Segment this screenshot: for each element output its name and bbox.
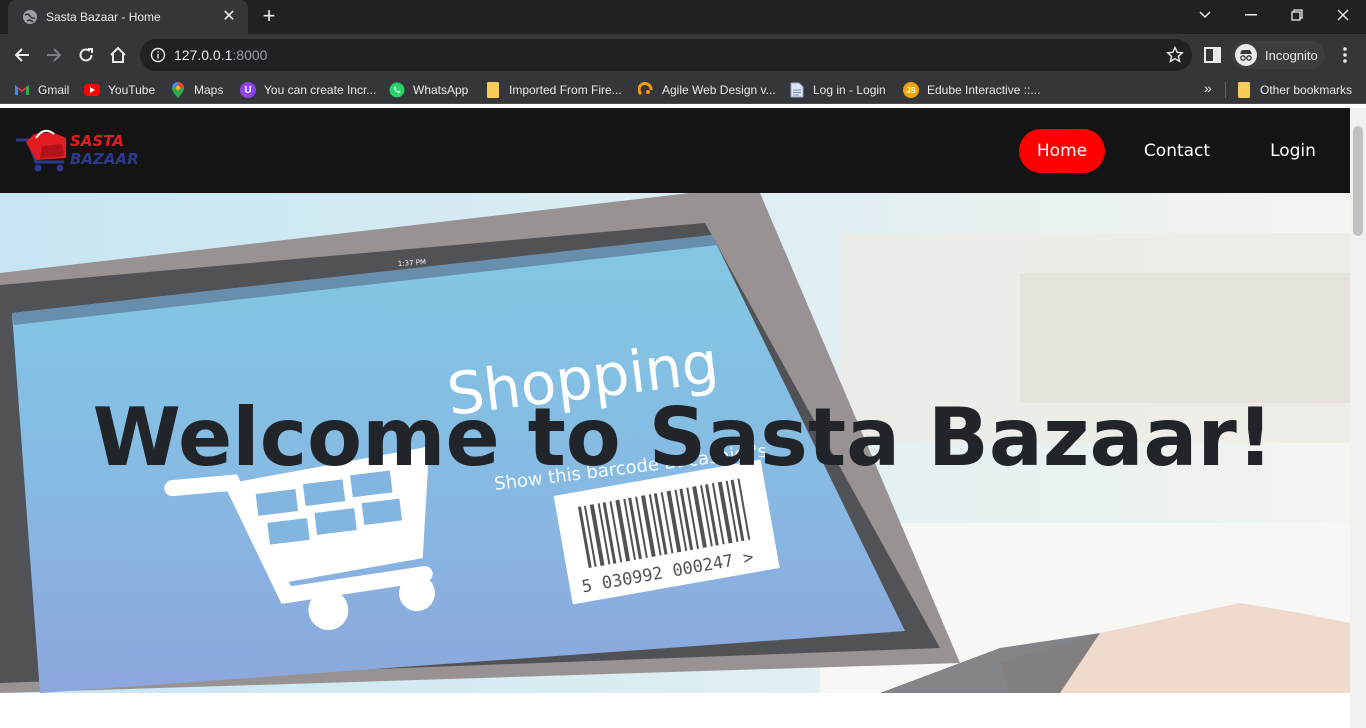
page-scrollbar[interactable] — [1350, 108, 1366, 728]
js-icon: JS — [903, 82, 919, 98]
hero-banner: 1:37 PM Shopping Show this barcode at ca… — [0, 193, 1350, 693]
purple-u-icon: U — [240, 82, 256, 98]
bookmark-star-icon[interactable] — [1166, 46, 1184, 64]
site-navbar: SASTA BAZAAR Home Contact Login — [0, 108, 1350, 193]
info-icon[interactable] — [150, 47, 166, 63]
shopping-bag-logo-icon: SASTA BAZAAR — [16, 129, 139, 172]
close-tab-icon[interactable]: ✕ — [220, 8, 238, 26]
restore-icon — [1291, 9, 1303, 21]
home-button[interactable] — [106, 43, 130, 67]
folder-icon — [485, 82, 501, 98]
bookmarks-divider — [1225, 82, 1226, 98]
side-panel-icon[interactable] — [1203, 46, 1223, 64]
page-icon — [789, 82, 805, 98]
bookmark-gmail[interactable]: Gmail — [14, 81, 69, 99]
nav-home-link[interactable]: Home — [1019, 129, 1105, 173]
other-bookmarks[interactable]: Other bookmarks — [1236, 81, 1352, 99]
browser-tab[interactable]: Sasta Bazaar - Home ✕ — [8, 0, 248, 34]
bookmark-login[interactable]: Log in - Login — [789, 81, 886, 99]
bookmark-maps[interactable]: Maps — [170, 81, 223, 99]
forward-button[interactable] — [42, 43, 66, 67]
home-icon — [110, 46, 126, 63]
page-viewport: SASTA BAZAAR Home Contact Login 1:37 PM … — [0, 108, 1350, 728]
reload-button[interactable] — [74, 43, 98, 67]
tab-search-button[interactable] — [1182, 0, 1228, 30]
bookmark-edube[interactable]: JS Edube Interactive ::... — [903, 81, 1040, 99]
chevron-down-icon — [1199, 11, 1211, 19]
restore-button[interactable] — [1274, 0, 1320, 30]
more-menu-icon[interactable] — [1336, 45, 1354, 65]
logo-text-sasta: SASTA — [70, 132, 124, 150]
reload-icon — [79, 48, 93, 62]
scrollbar-thumb[interactable] — [1353, 126, 1363, 236]
arrow-right-icon — [47, 48, 62, 62]
close-icon — [1337, 9, 1349, 21]
bookmark-whatsapp[interactable]: WhatsApp — [389, 81, 468, 99]
more-bookmarks-chevron-icon[interactable]: » — [1204, 80, 1212, 96]
logo-text-bazaar: BAZAAR — [70, 150, 138, 168]
folder-icon — [1236, 82, 1252, 98]
address-bar[interactable]: 127.0.0.1:8000 — [140, 39, 1192, 71]
new-tab-button[interactable]: + — [258, 5, 280, 28]
back-button[interactable] — [10, 43, 34, 67]
gmail-icon — [14, 82, 30, 98]
tab-title: Sasta Bazaar - Home — [46, 10, 161, 24]
site-logo[interactable]: SASTA BAZAAR — [14, 126, 139, 174]
incognito-icon — [1235, 44, 1257, 66]
bookmark-youtube[interactable]: YouTube — [84, 81, 155, 99]
incognito-label: Incognito — [1265, 47, 1318, 63]
bookmark-imported[interactable]: Imported From Fire... — [485, 81, 622, 99]
agile-icon — [638, 82, 654, 98]
arrow-left-icon — [14, 48, 29, 62]
whatsapp-icon — [389, 82, 405, 98]
youtube-icon — [84, 82, 100, 98]
incognito-profile-button[interactable]: Incognito — [1231, 41, 1325, 69]
minimize-button[interactable] — [1228, 0, 1274, 30]
nav-contact-link[interactable]: Contact — [1130, 129, 1224, 173]
hero-title: Welcome to Sasta Bazaar! — [92, 391, 1274, 484]
bookmark-agile[interactable]: Agile Web Design v... — [638, 81, 776, 99]
url-text: 127.0.0.1:8000 — [174, 47, 268, 63]
nav-login-link[interactable]: Login — [1250, 129, 1336, 173]
close-window-button[interactable] — [1320, 0, 1366, 30]
minimize-icon — [1245, 14, 1257, 16]
globe-icon — [23, 10, 37, 24]
browser-toolbar: 127.0.0.1:8000 Incognito — [0, 34, 1366, 76]
browser-tab-strip: Sasta Bazaar - Home ✕ + — [0, 0, 1366, 34]
bookmarks-bar: Gmail YouTube Maps U You can create Incr… — [0, 76, 1366, 104]
bookmark-incr[interactable]: U You can create Incr... — [240, 81, 376, 99]
maps-icon — [170, 82, 186, 98]
